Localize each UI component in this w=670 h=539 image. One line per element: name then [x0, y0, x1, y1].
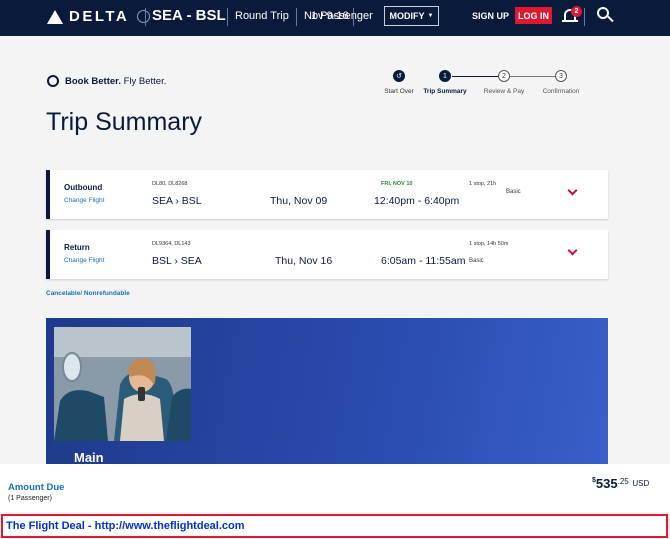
- start-over-step[interactable]: ↺ Start Over: [380, 70, 418, 95]
- flight-card-return[interactable]: Return Change Flight DL9364, DL143 BSL ›…: [46, 230, 608, 279]
- arrival-date: FRI, NOV 10: [381, 181, 413, 187]
- modify-button[interactable]: MODIFY ▼: [384, 6, 439, 26]
- flight-stops: 1 stop, 14h 50m: [469, 241, 509, 247]
- chevron-down-icon[interactable]: [567, 245, 578, 256]
- flight-date: Thu, Nov 09: [270, 195, 328, 207]
- tagline-rest: Fly Better.: [120, 75, 167, 87]
- trip-type: Round Trip: [235, 10, 289, 22]
- cancel-policy: Cancelable/ Nonrefundable: [46, 290, 130, 297]
- flight-deal-banner[interactable]: The Flight Deal - http://www.theflightde…: [1, 514, 668, 538]
- page-title: Trip Summary: [46, 108, 203, 136]
- logo-text: DELTA: [69, 8, 130, 25]
- flight-card-outbound[interactable]: Outbound Change Flight DL80, DL8268 SEA …: [46, 170, 608, 219]
- notification-badge: 2: [571, 6, 582, 17]
- fare-cabin: Basic: [469, 258, 484, 264]
- book-better-tagline: Book Better. Fly Better.: [47, 75, 166, 87]
- fare-cabin-label: Main: [74, 450, 104, 464]
- signup-link[interactable]: SIGN UP: [472, 11, 509, 21]
- delta-logo[interactable]: DELTA: [47, 8, 151, 25]
- amount-due-label: Amount Due: [8, 482, 65, 493]
- total-price: $535.25 USD: [592, 476, 650, 491]
- login-button[interactable]: LOG IN: [515, 7, 552, 24]
- step-trip-summary: 1 Trip Summary: [422, 70, 468, 95]
- flight-route: SEA › BSL: [152, 195, 202, 207]
- chevron-down-icon: ▼: [427, 13, 434, 19]
- delta-widget-icon: [47, 9, 63, 24]
- skyteam-badge-icon: [137, 10, 151, 23]
- fare-cabin: Basic: [506, 189, 521, 195]
- flight-numbers: DL9364, DL143: [152, 241, 191, 247]
- step-confirmation: 3 Confirmation: [538, 70, 584, 95]
- amount-due-bar: Amount Due (1 Passenger) $535.25 USD: [0, 464, 670, 512]
- passenger-count: (1 Passenger): [8, 495, 52, 502]
- login-label: LOG IN: [518, 10, 549, 21]
- fare-panel: Main: [46, 318, 608, 464]
- modify-label: MODIFY: [389, 11, 425, 21]
- flight-direction: Return: [64, 243, 90, 252]
- flight-numbers: DL80, DL8268: [152, 181, 188, 187]
- trip-route: SEA - BSL: [152, 7, 226, 24]
- step-review-pay: 2 Review & Pay: [481, 70, 527, 95]
- tagline-bold: Book Better.: [65, 75, 121, 87]
- flight-times: 12:40pm - 6:40pm: [374, 195, 460, 207]
- nav-divider: [296, 8, 297, 26]
- restart-icon: ↺: [393, 70, 405, 82]
- search-button[interactable]: [597, 7, 615, 25]
- flight-times: 6:05am - 11:55am: [381, 255, 466, 267]
- nav-divider: [584, 8, 585, 26]
- flight-date: Thu, Nov 16: [275, 255, 333, 267]
- flight-direction: Outbound: [64, 183, 103, 192]
- cabin-photo: [54, 327, 191, 441]
- delta-seal-icon: [47, 75, 59, 87]
- flight-route: BSL › SEA: [152, 255, 202, 267]
- chevron-down-icon[interactable]: [567, 185, 578, 196]
- top-nav: DELTA SEA - BSL Round Trip Nov 9-16 1 Pa…: [0, 0, 670, 36]
- trip-passengers: 1 Passenger: [311, 10, 373, 22]
- change-flight-link[interactable]: Change Flight: [64, 257, 104, 264]
- flight-stops: 1 stop, 21h: [469, 181, 497, 187]
- nav-divider: [145, 8, 146, 26]
- booking-progress: ↺ Start Over 1 Trip Summary 2 Review & P…: [380, 70, 590, 100]
- change-flight-link[interactable]: Change Flight: [64, 197, 104, 204]
- nav-divider: [227, 8, 228, 26]
- notifications-button[interactable]: 2: [562, 6, 582, 26]
- passenger-image: [54, 327, 191, 441]
- banner-text: The Flight Deal - http://www.theflightde…: [6, 520, 245, 532]
